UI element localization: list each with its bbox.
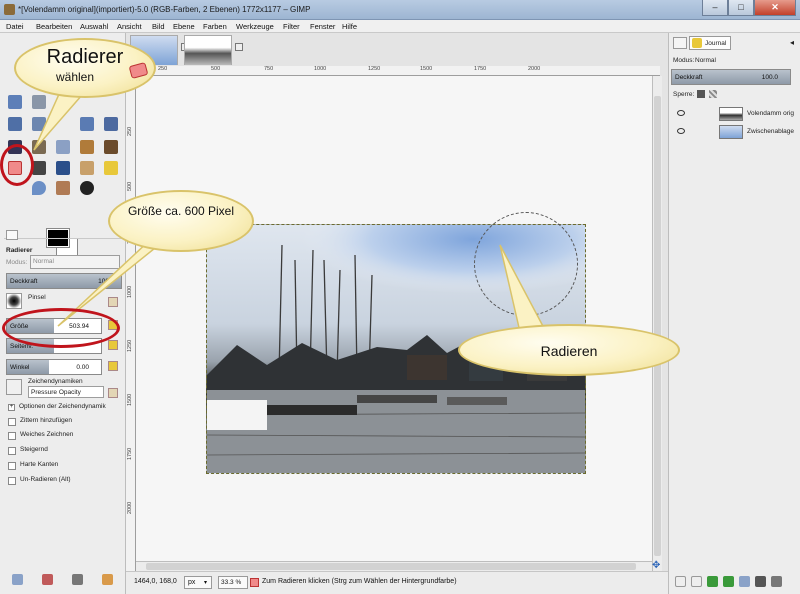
callout-size: Größe ca. 600 Pixel (108, 190, 254, 252)
callout-erase: Radieren (458, 324, 680, 376)
callout-erase-text: Radieren (540, 343, 598, 359)
callout-size-text: Größe ca. 600 Pixel (127, 204, 235, 218)
size-highlight-ring (2, 308, 120, 348)
eraser-highlight-ring (0, 144, 34, 186)
